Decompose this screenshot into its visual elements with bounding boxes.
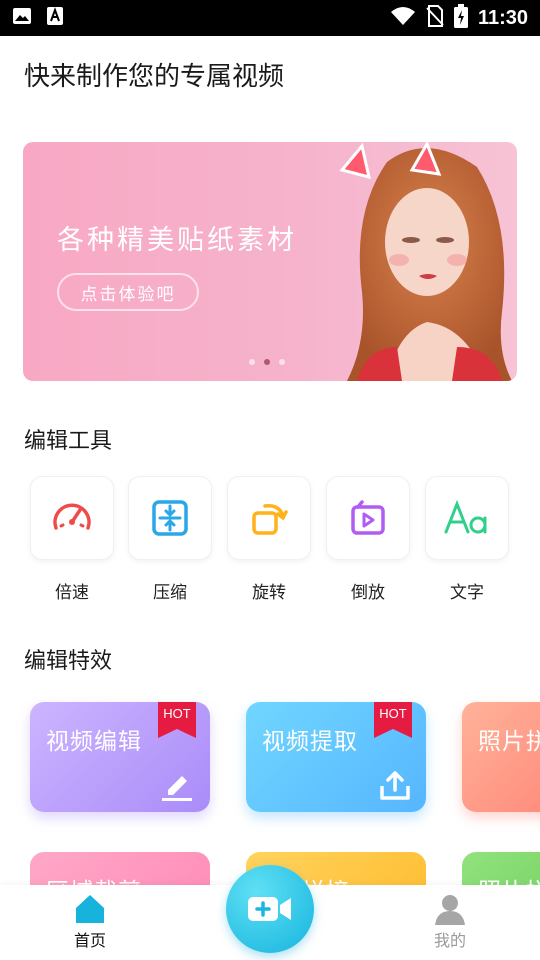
tool-speed-box[interactable]	[30, 476, 114, 560]
nav-mine[interactable]: 我的	[415, 893, 485, 951]
hot-ribbon: HOT	[374, 702, 412, 738]
banner-headline: 各种精美贴纸素材	[57, 225, 297, 256]
banner-pagination	[249, 359, 285, 365]
user-icon	[435, 895, 465, 925]
font-icon	[46, 6, 64, 30]
upload-icon	[380, 771, 410, 800]
page-title: 快来制作您的专属视频	[24, 62, 285, 92]
tool-label: 倒放	[351, 583, 385, 603]
card-title: 照片拼	[478, 729, 540, 755]
tool-compress-box[interactable]	[128, 476, 212, 560]
compress-icon	[152, 500, 188, 536]
create-video-button[interactable]	[226, 865, 314, 953]
wifi-icon	[390, 6, 416, 30]
banner-dot-active[interactable]	[264, 359, 270, 365]
tool-reverse[interactable]: 倒放	[326, 476, 410, 603]
effect-card-video-extract[interactable]: 视频提取 HOT	[246, 702, 426, 812]
pencil-icon	[162, 776, 192, 801]
tools-section-title: 编辑工具	[24, 429, 113, 454]
svg-text:HOT: HOT	[163, 706, 191, 721]
tool-reverse-box[interactable]	[326, 476, 410, 560]
banner-cta-button[interactable]: 点击体验吧	[57, 273, 199, 311]
nav-home-label: 首页	[73, 931, 106, 950]
banner-dot[interactable]	[249, 359, 255, 365]
banner-dot[interactable]	[279, 359, 285, 365]
image-icon	[12, 6, 32, 30]
tool-label: 倍速	[55, 583, 89, 603]
no-sim-icon	[426, 5, 444, 31]
tool-label: 旋转	[252, 583, 286, 603]
tool-text-box[interactable]	[425, 476, 509, 560]
video-camera-plus-icon	[248, 897, 291, 921]
svg-text:HOT: HOT	[379, 706, 407, 721]
speedometer-icon	[53, 503, 91, 530]
battery-charging-icon	[453, 4, 468, 32]
hot-ribbon: HOT	[158, 702, 196, 738]
reverse-play-icon	[351, 500, 385, 535]
effect-card-photo-collage[interactable]: 照片拼	[462, 702, 540, 812]
nav-home[interactable]: 首页	[55, 893, 125, 951]
tool-rotate-box[interactable]	[227, 476, 311, 560]
status-bar: 11:30	[0, 0, 540, 36]
text-aa-icon	[444, 499, 487, 534]
tool-rotate[interactable]: 旋转	[227, 476, 311, 603]
effects-section-title: 编辑特效	[24, 649, 113, 674]
tool-speed[interactable]: 倍速	[30, 476, 114, 603]
tool-label: 文字	[450, 583, 484, 603]
tool-label: 压缩	[153, 583, 187, 603]
rotate-icon	[252, 503, 288, 535]
nav-mine-label: 我的	[433, 931, 466, 950]
tool-compress[interactable]: 压缩	[128, 476, 212, 603]
tool-text[interactable]: 文字	[425, 476, 509, 603]
clock: 11:30	[477, 6, 528, 29]
home-icon	[76, 895, 104, 923]
promo-banner[interactable]: 各种精美贴纸素材 点击体验吧	[23, 142, 517, 381]
card-title: 视频提取	[262, 729, 358, 755]
card-title: 视频编辑	[46, 729, 142, 755]
banner-model-illustration	[339, 142, 512, 381]
effect-card-video-edit[interactable]: 视频编辑 HOT	[30, 702, 210, 812]
